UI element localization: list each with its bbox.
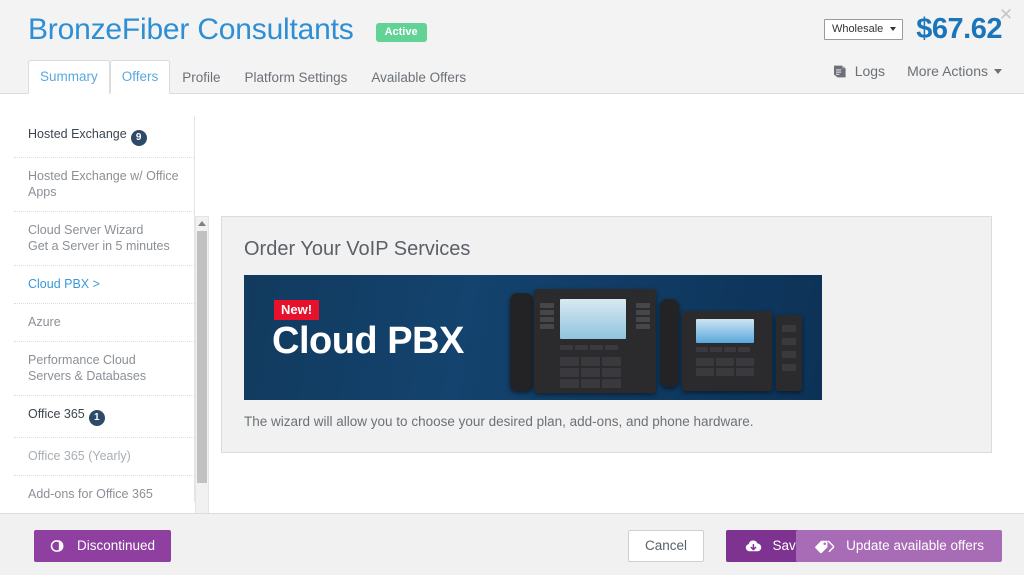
sidebar-item[interactable]: Performance Cloud Servers & Databases <box>14 342 194 396</box>
sidebar-item[interactable]: Hosted Exchange 9 <box>14 116 194 158</box>
tab-bar: Summary Offers Profile Platform Settings… <box>28 60 478 94</box>
sidebar-item[interactable]: Add-ons for Office 365 <box>14 476 194 502</box>
chevron-up-icon <box>198 221 206 226</box>
banner-caption: The wizard will allow you to choose your… <box>244 414 754 429</box>
chevron-down-icon <box>890 26 897 31</box>
discontinued-button[interactable]: Discontinued <box>34 530 172 562</box>
sidebar-item-label: Performance Cloud Servers & Databases <box>28 353 147 383</box>
desk-phone-small <box>682 311 772 391</box>
sidebar-item[interactable]: Cloud PBX > <box>14 266 194 304</box>
tag-icon <box>814 539 835 554</box>
tab-summary[interactable]: Summary <box>28 60 110 94</box>
banner-heading: Cloud PBX <box>272 320 464 362</box>
sidebar-item[interactable]: Office 365 (Yearly) <box>14 438 194 476</box>
update-available-offers-button[interactable]: Update available offers <box>796 530 1002 562</box>
phone-handset <box>660 299 679 387</box>
scrollbar-thumb[interactable] <box>197 231 207 483</box>
tab-platform-settings[interactable]: Platform Settings <box>233 61 360 94</box>
sidebar-item-label: Cloud PBX > <box>28 277 100 291</box>
card-title: Order Your VoIP Services <box>244 238 471 260</box>
cancel-button[interactable]: Cancel <box>627 530 704 562</box>
header-actions: Logs More Actions <box>832 63 1002 79</box>
tab-profile[interactable]: Profile <box>170 61 232 94</box>
price-row: Wholesale $67.62 <box>823 13 1002 45</box>
tab-offers[interactable]: Offers <box>109 60 171 94</box>
discontinued-icon <box>50 539 68 553</box>
sidebar-item-badge: 9 <box>130 130 147 146</box>
book-icon <box>832 64 849 79</box>
sidebar-item[interactable]: Cloud Server Wizard Get a Server in 5 min… <box>14 212 194 266</box>
sidebar-item-badge: 1 <box>88 410 105 426</box>
sidebar-item[interactable]: Hosted Exchange w/ Office Apps <box>14 158 194 212</box>
discontinued-label: Discontinued <box>77 538 156 553</box>
sidebar-item-label: Azure <box>28 315 61 329</box>
more-actions-label: More Actions <box>907 63 988 79</box>
sidebar-item-label: Office 365 1 <box>28 406 180 426</box>
sidebar-item-label: Hosted Exchange w/ Office Apps <box>28 169 179 199</box>
title-row: BronzeFiber Consultants Active <box>28 12 427 48</box>
tab-available-offers[interactable]: Available Offers <box>359 61 478 94</box>
price-type-dropdown[interactable]: Wholesale <box>823 18 904 40</box>
offers-sidebar: Hosted Exchange 9 Hosted Exchange w/ Offic… <box>14 116 195 502</box>
price-type-value: Wholesale <box>831 22 884 35</box>
new-tag: New! <box>274 300 320 320</box>
body-area: Hosted Exchange 9 Hosted Exchange w/ Offic… <box>0 94 1024 575</box>
sidebar-item-label: Cloud Server Wizard <box>28 223 144 237</box>
logs-button[interactable]: Logs <box>832 63 885 79</box>
page-title: BronzeFiber Consultants <box>28 13 354 46</box>
update-available-offers-label: Update available offers <box>846 538 984 553</box>
sidebar-item[interactable]: Azure <box>14 304 194 342</box>
chevron-down-icon <box>994 68 1002 74</box>
phone-hardware-illustration <box>502 275 822 400</box>
order-card: Order Your VoIP Services New! Cloud PBX … <box>221 216 992 453</box>
sidebar-item-label: Add-ons for Office 365 <box>28 487 153 501</box>
sidebar-item-label: Office 365 (Yearly) <box>28 449 131 463</box>
cloud-pbx-banner[interactable]: New! Cloud PBX Start the Wizard <box>244 275 822 400</box>
page-header: BronzeFiber Consultants Active ✕ Wholesa… <box>0 0 1024 94</box>
scroll-up-button[interactable] <box>196 217 208 230</box>
logs-label: Logs <box>854 63 886 79</box>
status-badge: Active <box>375 22 427 42</box>
sidebar-item-label: Get a Server in 5 minutes <box>28 239 170 253</box>
footer-bar: Discontinued Cancel Save Changes Update … <box>0 513 1024 575</box>
app-window: BronzeFiber Consultants Active ✕ Wholesa… <box>0 0 1024 575</box>
sidebar-item-label: Hosted Exchange 9 <box>28 126 180 146</box>
sidebar-item[interactable]: Office 365 1 <box>14 396 194 438</box>
cloud-download-icon <box>744 539 763 554</box>
desk-phone-large <box>534 289 656 393</box>
more-actions-button[interactable]: More Actions <box>907 63 1002 79</box>
price-value: $67.62 <box>916 13 1002 45</box>
phone-handset <box>510 293 533 391</box>
expansion-module <box>776 315 802 391</box>
